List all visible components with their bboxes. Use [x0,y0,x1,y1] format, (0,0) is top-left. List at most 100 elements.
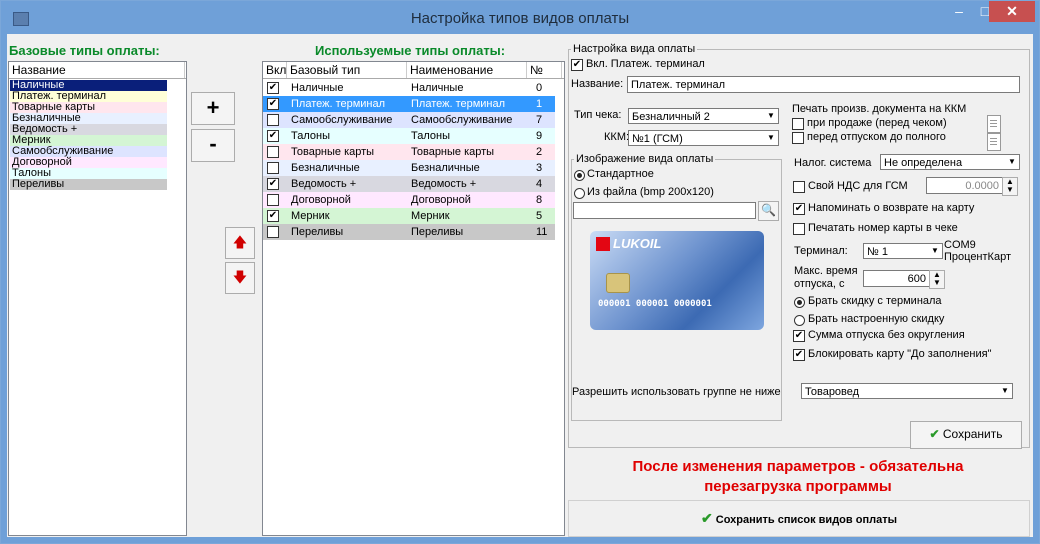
tax-select[interactable]: Не определена ▼ [880,154,1020,170]
row-enabled-checkbox[interactable] [267,162,279,174]
used-types-column-header[interactable]: Вкл Базовый тип Наименование № [263,62,564,79]
chevron-down-icon: ▼ [767,133,775,142]
max-time-spinner[interactable]: ▲ ▼ [929,270,945,289]
receipt-type-value: Безналичный 2 [632,111,710,123]
print-before-full-checkbox[interactable] [792,132,804,144]
row-base-type: Талоны [291,130,330,142]
name-label: Название: [571,78,624,90]
arrow-up-icon: 🡅 [232,234,248,250]
print-title: Печать произв. документа на ККМ [792,103,967,115]
row-name: Наличные [411,82,464,94]
document-icon[interactable] [987,115,1001,133]
minimize-button[interactable]: – [946,1,972,22]
row-number: 5 [536,210,543,222]
discount-terminal-radio[interactable] [794,297,805,308]
row-enabled-checkbox[interactable]: ✔ [267,130,279,142]
enabled-label: Вкл. Платеж. терминал [586,58,705,70]
row-enabled-checkbox[interactable]: ✔ [267,82,279,94]
kkm-label: ККМ: [604,131,630,143]
name-field[interactable]: Платеж. терминал [627,76,1020,93]
enabled-checkbox[interactable]: ✔ [571,59,583,71]
row-base-type: Безналичные [291,162,360,174]
base-types-column-header[interactable]: Название [9,62,186,79]
column-number[interactable]: № [527,62,562,78]
save-button-label: Сохранить [942,427,1003,441]
remove-button[interactable]: - [191,129,235,162]
title-bar[interactable]: Настройка типов видов оплаты – □ ✕ [1,1,1039,34]
remind-return-checkbox[interactable]: ✔ [793,203,805,215]
table-row[interactable]: ✔ Талоны Талоны 9 [263,128,555,144]
own-vat-label: Свой НДС для ГСМ [808,180,908,192]
table-row[interactable]: Безналичные Безналичные 3 [263,160,555,176]
image-file-label: Из файла (bmp 200x120) [587,186,714,198]
column-name[interactable]: Наименование [407,62,527,78]
own-vat-checkbox[interactable] [793,181,805,193]
terminal-select[interactable]: № 1 ▼ [863,243,943,259]
chevron-down-icon: ▼ [1001,386,1009,395]
receipt-type-select[interactable]: Безналичный 2 ▼ [628,108,779,124]
close-button[interactable]: ✕ [989,1,1035,22]
discount-configured-radio[interactable] [794,315,805,326]
print-card-number-checkbox[interactable] [793,223,805,235]
table-row[interactable]: Переливы Переливы 11 [263,224,555,240]
main-window: Настройка типов видов оплаты – □ ✕ Базов… [0,0,1040,544]
image-file-radio[interactable] [574,188,585,199]
row-enabled-checkbox[interactable] [267,114,279,126]
table-row[interactable]: ✔ Мерник Мерник 5 [263,208,555,224]
card-image: LUKOIL 000001 000001 0000001 [590,231,764,330]
table-row[interactable]: Самообслуживание Самообслуживание 7 [263,112,555,128]
tax-value: Не определена [884,157,963,169]
image-standard-radio[interactable] [574,170,585,181]
group-allow-label: Разрешить использовать группе не ниже [572,386,781,398]
checkmark-icon: ✔ [701,510,713,526]
restart-warning: После изменения параметров - обязательна… [632,458,964,495]
print-on-sale-checkbox[interactable] [792,118,804,130]
row-enabled-checkbox[interactable] [267,194,279,206]
save-button[interactable]: ✔ Сохранить [910,421,1022,449]
table-row[interactable]: ✔ Платеж. терминал Платеж. терминал 1 [263,96,555,112]
row-number: 8 [536,194,543,206]
row-number: 11 [536,226,548,238]
row-number: 7 [536,114,543,126]
move-up-button[interactable]: 🡅 [225,227,255,259]
row-enabled-checkbox[interactable]: ✔ [267,98,279,110]
own-vat-spinner[interactable]: ▲ ▼ [1002,177,1018,196]
row-name: Мерник [411,210,450,222]
file-path-field[interactable] [573,202,756,219]
column-name[interactable]: Название [9,62,185,78]
kkm-select[interactable]: №1 (ГСМ) ▼ [628,130,779,146]
sum-no-rounding-label: Сумма отпуска без округления [808,329,965,341]
row-enabled-checkbox[interactable]: ✔ [267,178,279,190]
list-item[interactable]: Переливы [10,179,167,190]
row-enabled-checkbox[interactable] [267,146,279,158]
table-row[interactable]: Товарные карты Товарные карты 2 [263,144,555,160]
block-card-checkbox[interactable]: ✔ [793,349,805,361]
used-types-header: Используемые типы оплаты: [315,43,506,58]
row-enabled-checkbox[interactable]: ✔ [267,210,279,222]
max-time-field[interactable]: 600 [863,270,931,287]
row-base-type: Ведомость + [291,178,357,190]
table-row[interactable]: Договорной Договорной 8 [263,192,555,208]
sum-no-rounding-checkbox[interactable]: ✔ [793,330,805,342]
terminal-info: COM9 ПроцентКарт [944,239,1011,263]
discount-configured-label: Брать настроенную скидку [808,313,945,325]
group-allow-select[interactable]: Товаровед ▼ [801,383,1013,399]
column-enabled[interactable]: Вкл [263,62,287,78]
chevron-down-icon: ▼ [767,111,775,120]
table-row[interactable]: ✔ Ведомость + Ведомость + 4 [263,176,555,192]
move-down-button[interactable]: 🡇 [225,262,255,294]
document-icon[interactable] [987,133,1001,151]
lukoil-logo-icon [596,237,610,251]
add-button[interactable]: + [191,92,235,125]
table-row[interactable]: ✔ Наличные Наличные 0 [263,80,555,96]
base-types-list[interactable]: Название Наличные Платеж. терминал Товарны… [8,61,187,536]
column-base-type[interactable]: Базовый тип [287,62,407,78]
save-list-button[interactable]: ✔ Сохранить список видов оплаты [568,500,1030,537]
search-icon[interactable]: 🔍 [758,201,779,221]
own-vat-field[interactable]: 0.0000 [926,177,1004,194]
row-enabled-checkbox[interactable] [267,226,279,238]
row-base-type: Самообслуживание [291,114,393,126]
terminal-value: № 1 [867,246,888,258]
row-number: 3 [536,162,543,174]
used-types-table[interactable]: Вкл Базовый тип Наименование № ✔ Наличные… [262,61,565,536]
